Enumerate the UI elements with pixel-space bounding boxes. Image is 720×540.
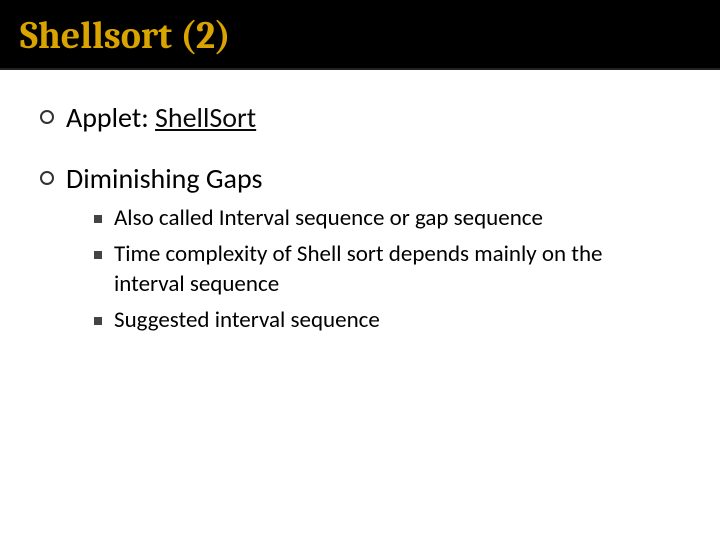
square-bullet-icon	[94, 317, 102, 325]
applet-prefix: Applet:	[66, 100, 155, 135]
bullet-text: Diminishing Gaps	[66, 161, 674, 196]
sub-item-text: Time complexity of Shell sort depends ma…	[114, 240, 674, 300]
square-bullet-icon	[94, 215, 102, 223]
bullet-text: Applet: ShellSort	[66, 100, 256, 135]
square-bullet-icon	[94, 251, 102, 259]
slide-title: Shellsort (2)	[20, 14, 700, 58]
bullet-body: Diminishing Gaps Also called Interval se…	[66, 161, 674, 342]
sub-item: Suggested interval sequence	[66, 306, 674, 336]
slide: Shellsort (2) Applet: ShellSort Diminish…	[0, 0, 720, 540]
sub-list: Also called Interval sequence or gap seq…	[66, 204, 674, 336]
sub-item-text: Suggested interval sequence	[114, 306, 380, 336]
title-bar: Shellsort (2)	[0, 0, 720, 70]
sub-item: Also called Interval sequence or gap seq…	[66, 204, 674, 234]
sub-item-text: Also called Interval sequence or gap seq…	[114, 204, 543, 234]
circle-bullet-icon	[40, 171, 54, 185]
circle-bullet-icon	[40, 110, 54, 124]
slide-content: Applet: ShellSort Diminishing Gaps Also …	[0, 70, 720, 378]
shellsort-link[interactable]: ShellSort	[155, 100, 256, 135]
bullet-item-applet: Applet: ShellSort	[40, 100, 680, 135]
sub-item: Time complexity of Shell sort depends ma…	[66, 240, 674, 300]
bullet-item-gaps: Diminishing Gaps Also called Interval se…	[40, 161, 680, 342]
